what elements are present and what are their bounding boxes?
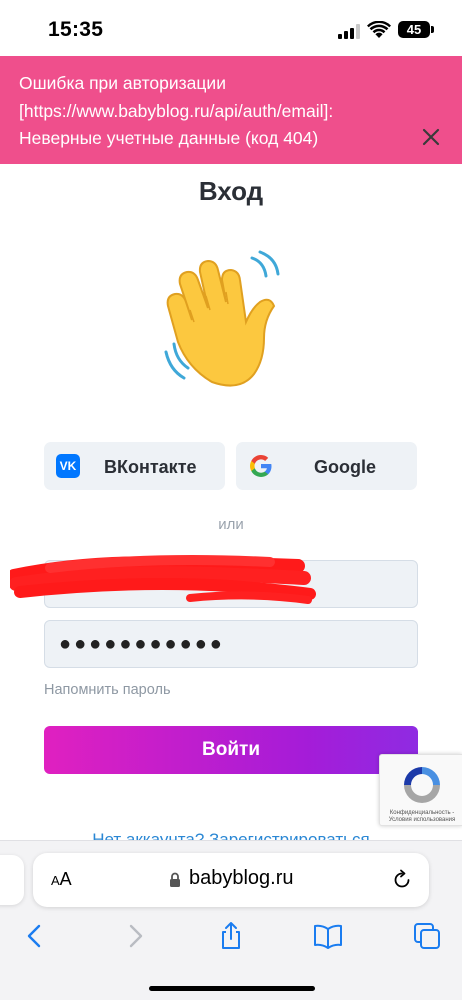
recaptcha-badge[interactable]: Конфиденциальность - Условия использован… xyxy=(379,754,462,826)
share-icon[interactable] xyxy=(216,921,246,951)
recaptcha-privacy-text[interactable]: Конфиденциальность - Условия использован… xyxy=(382,810,462,824)
waving-hand-icon xyxy=(164,250,280,387)
battery-icon: 45 xyxy=(398,21,430,38)
bookmarks-icon[interactable] xyxy=(313,921,343,951)
wifi-icon xyxy=(367,21,391,38)
previous-tab-preview[interactable] xyxy=(0,855,24,905)
vk-login-label: ВКонтакте xyxy=(104,457,197,477)
google-login-button[interactable]: Google xyxy=(236,442,417,490)
lock-icon xyxy=(170,872,180,887)
address-bar[interactable]: AA babyblog.ru xyxy=(33,853,429,907)
cellular-signal-icon xyxy=(338,24,360,39)
vk-icon: VK xyxy=(56,454,80,478)
status-bar: 15:35 45 xyxy=(0,0,462,58)
password-field[interactable]: ●●●●●●●●●●● xyxy=(44,620,418,668)
close-icon[interactable] xyxy=(418,124,444,150)
page-title: Вход xyxy=(198,176,264,206)
or-divider: или xyxy=(218,516,244,533)
error-toast: Ошибка при авторизации [https://www.baby… xyxy=(0,56,462,164)
browser-toolbar: AA babyblog.ru xyxy=(0,840,462,1000)
vk-login-button[interactable]: VK ВКонтакте xyxy=(44,442,225,490)
text-size-button[interactable]: AA xyxy=(51,869,72,890)
google-icon xyxy=(250,455,272,477)
battery-tip xyxy=(431,26,434,33)
reload-icon[interactable] xyxy=(391,869,413,891)
login-button[interactable]: Войти xyxy=(44,726,418,774)
error-message: Ошибка при авторизации [https://www.baby… xyxy=(19,73,334,148)
google-login-label: Google xyxy=(314,457,376,477)
redaction-scribble xyxy=(10,555,316,604)
status-time: 15:35 xyxy=(48,18,104,41)
recaptcha-icon xyxy=(404,767,440,803)
home-indicator xyxy=(149,986,315,991)
forward-icon[interactable] xyxy=(120,921,150,951)
url-text: babyblog.ru xyxy=(189,867,294,889)
tabs-icon[interactable] xyxy=(412,921,442,951)
remind-password-link[interactable]: Напомнить пароль xyxy=(44,682,171,698)
back-icon[interactable] xyxy=(20,921,50,951)
